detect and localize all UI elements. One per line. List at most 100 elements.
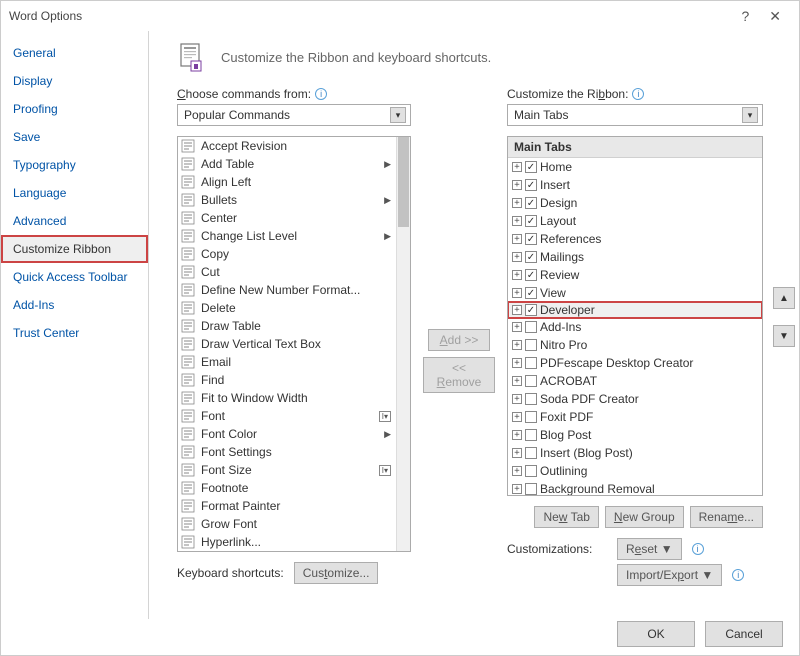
ribbon-tab-mailings[interactable]: +✓Mailings: [508, 248, 762, 266]
ribbon-tab-review[interactable]: +✓Review: [508, 266, 762, 284]
sidebar-item-trust-center[interactable]: Trust Center: [1, 319, 148, 347]
move-down-button[interactable]: ▼: [773, 325, 795, 347]
ribbon-tab-home[interactable]: +✓Home: [508, 158, 762, 176]
checkbox[interactable]: [525, 339, 537, 351]
command-item[interactable]: Draw Table: [178, 317, 396, 335]
command-item[interactable]: Fit to Window Width: [178, 389, 396, 407]
ribbon-tab-insert-blog-post-[interactable]: +Insert (Blog Post): [508, 444, 762, 462]
expand-icon[interactable]: +: [512, 270, 522, 280]
command-item[interactable]: Cut: [178, 263, 396, 281]
command-item[interactable]: Footnote: [178, 479, 396, 497]
sidebar-item-general[interactable]: General: [1, 39, 148, 67]
ribbon-tab-background-removal[interactable]: +Background Removal: [508, 480, 762, 496]
expand-icon[interactable]: +: [512, 305, 522, 315]
checkbox[interactable]: ✓: [525, 304, 537, 316]
move-up-button[interactable]: ▲: [773, 287, 795, 309]
command-item[interactable]: Draw Vertical Text Box: [178, 335, 396, 353]
command-item[interactable]: FontI▾: [178, 407, 396, 425]
ribbon-tab-soda-pdf-creator[interactable]: +Soda PDF Creator: [508, 390, 762, 408]
sidebar-item-save[interactable]: Save: [1, 123, 148, 151]
command-item[interactable]: Accept Revision: [178, 137, 396, 155]
command-item[interactable]: Add Table▶: [178, 155, 396, 173]
checkbox[interactable]: ✓: [525, 197, 537, 209]
remove-button[interactable]: << Remove: [423, 357, 495, 393]
expand-icon[interactable]: +: [512, 340, 522, 350]
command-item[interactable]: Font Settings: [178, 443, 396, 461]
command-item[interactable]: Hyperlink...: [178, 533, 396, 551]
command-item[interactable]: Define New Number Format...: [178, 281, 396, 299]
command-item[interactable]: Change List Level▶: [178, 227, 396, 245]
expand-icon[interactable]: +: [512, 376, 522, 386]
sidebar-item-advanced[interactable]: Advanced: [1, 207, 148, 235]
checkbox[interactable]: [525, 393, 537, 405]
command-item[interactable]: Bullets▶: [178, 191, 396, 209]
ribbon-tab-add-ins[interactable]: +Add-Ins: [508, 318, 762, 336]
command-item[interactable]: Email: [178, 353, 396, 371]
sidebar-item-display[interactable]: Display: [1, 67, 148, 95]
scrollbar-thumb[interactable]: [398, 137, 409, 227]
ribbon-tab-layout[interactable]: +✓Layout: [508, 212, 762, 230]
checkbox[interactable]: ✓: [525, 161, 537, 173]
expand-icon[interactable]: +: [512, 484, 522, 494]
checkbox[interactable]: [525, 429, 537, 441]
add-button[interactable]: Add >>: [428, 329, 490, 351]
ribbon-tab-pdfescape-desktop-creator[interactable]: +PDFescape Desktop Creator: [508, 354, 762, 372]
ribbon-tree[interactable]: Main Tabs +✓Home+✓Insert+✓Design+✓Layout…: [507, 136, 763, 496]
command-item[interactable]: Find: [178, 371, 396, 389]
checkbox[interactable]: [525, 375, 537, 387]
expand-icon[interactable]: +: [512, 216, 522, 226]
expand-icon[interactable]: +: [512, 412, 522, 422]
help-icon[interactable]: i: [315, 88, 327, 100]
sidebar-item-customize-ribbon[interactable]: Customize Ribbon: [1, 235, 148, 263]
checkbox[interactable]: ✓: [525, 179, 537, 191]
checkbox[interactable]: [525, 465, 537, 477]
checkbox[interactable]: [525, 357, 537, 369]
reset-dropdown[interactable]: Reset ▼: [617, 538, 682, 560]
ribbon-tab-foxit-pdf[interactable]: +Foxit PDF: [508, 408, 762, 426]
checkbox[interactable]: ✓: [525, 269, 537, 281]
sidebar-item-add-ins[interactable]: Add-Ins: [1, 291, 148, 319]
command-item[interactable]: Font SizeI▾: [178, 461, 396, 479]
new-group-button[interactable]: New Group: [605, 506, 684, 528]
ribbon-tab-developer[interactable]: +✓Developer: [507, 301, 763, 319]
checkbox[interactable]: ✓: [525, 251, 537, 263]
expand-icon[interactable]: +: [512, 322, 522, 332]
checkbox[interactable]: [525, 321, 537, 333]
checkbox[interactable]: ✓: [525, 215, 537, 227]
sidebar-item-typography[interactable]: Typography: [1, 151, 148, 179]
commands-listbox[interactable]: Accept RevisionAdd Table▶Align LeftBulle…: [177, 136, 411, 552]
checkbox[interactable]: ✓: [525, 233, 537, 245]
checkbox[interactable]: [525, 483, 537, 495]
sidebar-item-language[interactable]: Language: [1, 179, 148, 207]
new-tab-button[interactable]: New Tab: [534, 506, 598, 528]
help-icon[interactable]: i: [632, 88, 644, 100]
expand-icon[interactable]: +: [512, 252, 522, 262]
expand-icon[interactable]: +: [512, 198, 522, 208]
ribbon-tab-view[interactable]: +✓View: [508, 284, 762, 302]
expand-icon[interactable]: +: [512, 162, 522, 172]
ribbon-tab-design[interactable]: +✓Design: [508, 194, 762, 212]
sidebar-item-proofing[interactable]: Proofing: [1, 95, 148, 123]
ok-button[interactable]: OK: [617, 621, 695, 647]
help-button[interactable]: ?: [741, 8, 749, 25]
expand-icon[interactable]: +: [512, 358, 522, 368]
commands-source-dropdown[interactable]: Popular Commands ▾: [177, 104, 411, 126]
command-item[interactable]: Format Painter: [178, 497, 396, 515]
help-icon[interactable]: i: [732, 569, 744, 581]
checkbox[interactable]: [525, 411, 537, 423]
ribbon-tab-insert[interactable]: +✓Insert: [508, 176, 762, 194]
expand-icon[interactable]: +: [512, 180, 522, 190]
expand-icon[interactable]: +: [512, 448, 522, 458]
import-export-dropdown[interactable]: Import/Export ▼: [617, 564, 722, 586]
customize-keyboard-button[interactable]: Customize...: [294, 562, 379, 584]
command-item[interactable]: Grow Font: [178, 515, 396, 533]
ribbon-tab-outlining[interactable]: +Outlining: [508, 462, 762, 480]
ribbon-tab-acrobat[interactable]: +ACROBAT: [508, 372, 762, 390]
cancel-button[interactable]: Cancel: [705, 621, 783, 647]
expand-icon[interactable]: +: [512, 466, 522, 476]
expand-icon[interactable]: +: [512, 394, 522, 404]
ribbon-tab-nitro-pro[interactable]: +Nitro Pro: [508, 336, 762, 354]
rename-button[interactable]: Rename...: [690, 506, 763, 528]
command-item[interactable]: Center: [178, 209, 396, 227]
close-button[interactable]: ✕: [769, 8, 781, 25]
